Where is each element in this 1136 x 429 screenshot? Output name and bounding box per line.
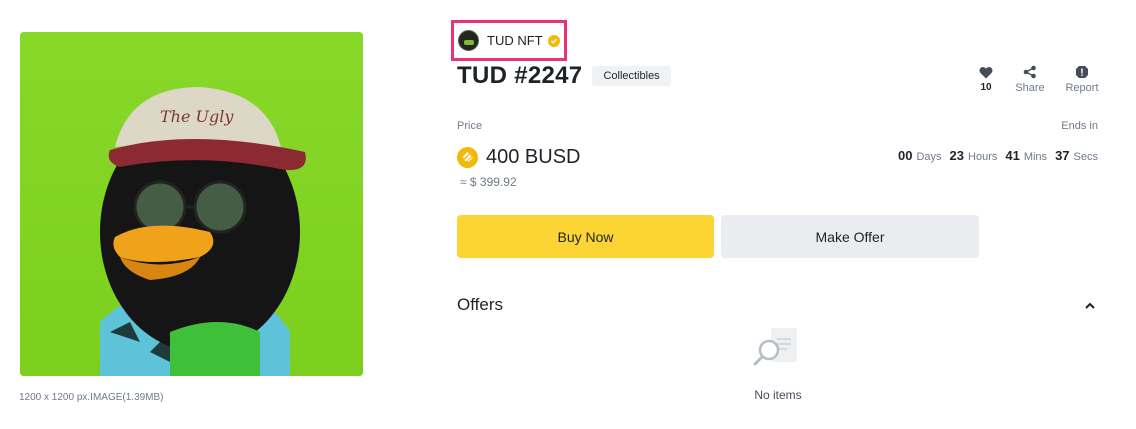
busd-icon <box>457 147 478 168</box>
price-amount: 400 BUSD <box>486 146 581 168</box>
share-icon <box>1023 64 1037 80</box>
countdown-mins: 41 <box>1005 148 1020 163</box>
ends-in-label: Ends in <box>1061 120 1098 132</box>
nft-image[interactable]: The Ugly <box>20 32 363 376</box>
duck-illustration: The Ugly <box>20 32 363 376</box>
action-bar: 10 Share Report <box>966 64 1104 94</box>
creator-avatar <box>458 30 479 51</box>
category-badge[interactable]: Collectibles <box>592 66 671 86</box>
countdown-secs-unit: Secs <box>1073 151 1098 163</box>
nft-title: TUD #2247 <box>457 62 583 89</box>
buy-now-button[interactable]: Buy Now <box>457 215 714 258</box>
verified-check-icon <box>547 34 560 47</box>
image-dimensions: 1200 x 1200 px.IMAGE(1.39MB) <box>19 392 164 403</box>
like-count: 10 <box>980 82 992 93</box>
report-icon <box>1075 64 1089 80</box>
report-button[interactable]: Report <box>1060 64 1104 94</box>
countdown-timer: 00 Days 23 Hours 41 Mins 37 Secs <box>898 148 1098 163</box>
svg-text:The Ugly: The Ugly <box>160 107 234 126</box>
countdown-days: 00 <box>898 148 913 163</box>
price-label: Price <box>457 120 483 132</box>
report-label: Report <box>1065 82 1099 94</box>
empty-search-icon <box>751 326 803 372</box>
price-usd: ≈ $ 399.92 <box>460 175 517 189</box>
countdown-hours: 23 <box>949 148 965 163</box>
empty-state-text: No items <box>754 388 802 402</box>
make-offer-button[interactable]: Make Offer <box>721 215 979 258</box>
countdown-secs: 37 <box>1055 148 1070 163</box>
like-button[interactable]: 10 <box>964 64 1008 94</box>
share-button[interactable]: Share <box>1008 64 1052 94</box>
offers-title: Offers <box>457 295 503 314</box>
countdown-mins-unit: Mins <box>1023 151 1048 163</box>
share-label: Share <box>1015 82 1045 94</box>
creator-link[interactable]: TUD NFT <box>451 20 567 61</box>
creator-name: TUD NFT <box>487 33 543 48</box>
chevron-up-icon[interactable] <box>1083 298 1097 312</box>
countdown-days-unit: Days <box>916 151 942 163</box>
heart-icon <box>979 64 993 80</box>
countdown-hours-unit: Hours <box>968 151 998 163</box>
